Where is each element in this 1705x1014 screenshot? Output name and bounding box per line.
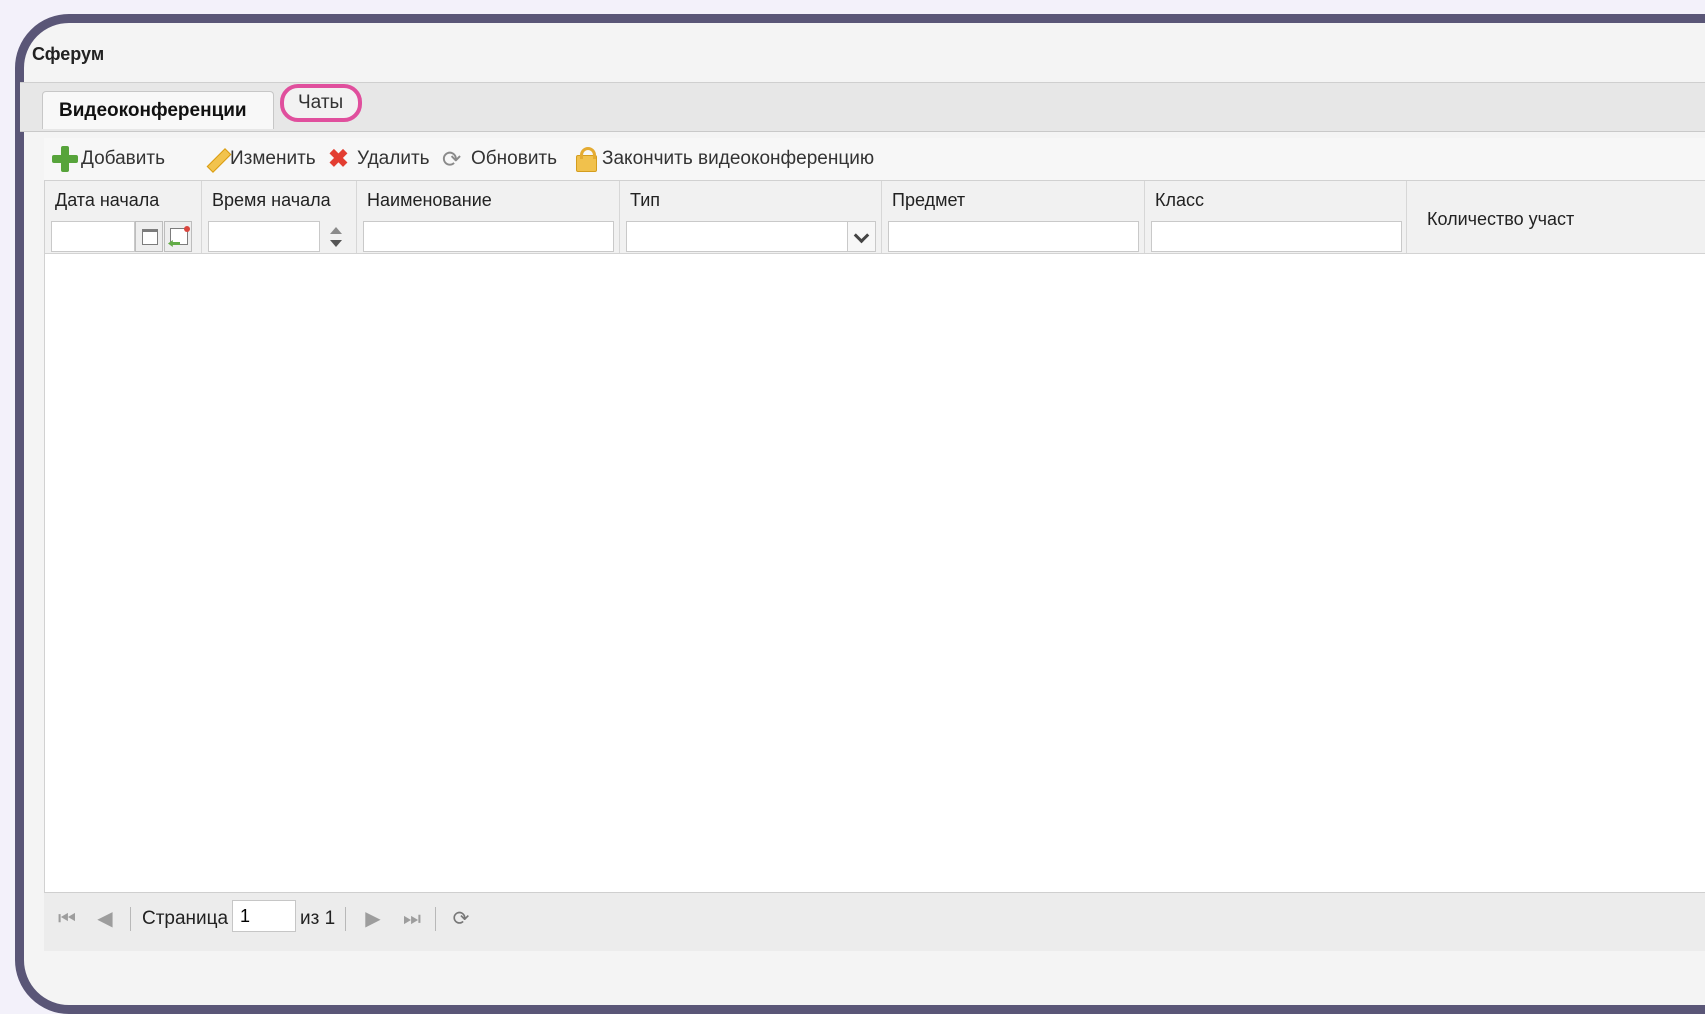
column-label-participants: Количество участ — [1427, 209, 1575, 229]
next-page-icon[interactable]: ▶ — [360, 905, 386, 933]
page-number-input[interactable]: 1 — [232, 900, 296, 932]
column-label-name: Наименование — [367, 190, 492, 210]
column-name[interactable]: Наименование — [357, 181, 620, 253]
plus-icon — [52, 146, 78, 172]
column-label-class: Класс — [1155, 190, 1204, 210]
column-start-time[interactable]: Время начала — [202, 181, 357, 253]
add-label: Добавить — [81, 148, 165, 169]
refresh-label: Обновить — [471, 148, 558, 169]
calendar-button[interactable] — [135, 221, 163, 252]
class-filter[interactable] — [1151, 221, 1402, 252]
conference-grid: Дата начала Время начала Наименование Ти… — [44, 180, 1705, 893]
app-window: Сферум Видеоконференции Чаты Добавить Из… — [20, 14, 1705, 995]
name-filter[interactable] — [363, 221, 614, 252]
column-label-start-date: Дата начала — [55, 190, 160, 210]
lock-icon — [573, 146, 599, 172]
pagination-bar: ⏮ ◀ Страница 1 из 1 ▶ ⏭ ⟳ — [44, 892, 1705, 951]
delete-button[interactable]: ✖ Удалить — [328, 142, 430, 176]
pager-separator — [130, 907, 131, 931]
pager-separator — [435, 907, 436, 931]
reload-icon[interactable]: ⟳ — [448, 905, 474, 933]
subject-filter[interactable] — [888, 221, 1139, 252]
edit-button[interactable]: Изменить — [201, 142, 316, 176]
column-subject[interactable]: Предмет — [882, 181, 1145, 253]
column-class[interactable]: Класс — [1145, 181, 1407, 253]
first-page-icon[interactable]: ⏮ — [54, 905, 80, 933]
finish-label: Закончить видеоконференцию — [602, 148, 875, 169]
clear-date-button[interactable] — [164, 221, 192, 252]
grid-header: Дата начала Время начала Наименование Ти… — [45, 181, 1705, 254]
column-type[interactable]: Тип — [620, 181, 882, 253]
tab-video-conferences[interactable]: Видеоконференции — [42, 91, 274, 129]
clear-date-icon — [170, 226, 190, 245]
start-time-filter[interactable] — [208, 221, 320, 252]
tab-bar: Видеоконференции Чаты — [20, 82, 1705, 132]
spin-down-icon — [330, 240, 342, 247]
type-select-button[interactable] — [848, 221, 876, 252]
delete-label: Удалить — [357, 148, 430, 169]
total-pages-label: из 1 — [300, 908, 336, 929]
finish-conference-button[interactable]: Закончить видеоконференцию — [573, 142, 874, 176]
window-title: Сферум — [32, 44, 105, 64]
pencil-icon — [201, 146, 232, 173]
previous-page-icon[interactable]: ◀ — [92, 905, 118, 933]
type-select[interactable] — [626, 221, 848, 252]
start-date-filter[interactable] — [51, 221, 135, 252]
edit-label: Изменить — [230, 148, 316, 169]
chevron-down-icon — [853, 227, 870, 244]
time-spinner[interactable] — [324, 221, 348, 252]
toolbar: Добавить Изменить ✖ Удалить ⟳ Обновить З… — [44, 138, 1705, 180]
tab-chats[interactable]: Чаты — [280, 84, 362, 122]
calendar-icon — [142, 229, 158, 245]
refresh-button[interactable]: ⟳ Обновить — [442, 142, 557, 176]
column-label-start-time: Время начала — [212, 190, 331, 210]
column-start-date[interactable]: Дата начала — [45, 181, 202, 253]
column-label-subject: Предмет — [892, 190, 966, 210]
pager-separator — [345, 907, 346, 931]
add-button[interactable]: Добавить — [52, 142, 165, 176]
last-page-icon[interactable]: ⏭ — [399, 905, 425, 933]
refresh-icon: ⟳ — [442, 146, 462, 172]
column-label-type: Тип — [630, 190, 661, 210]
page-label: Страница — [142, 908, 229, 929]
delete-icon: ✖ — [328, 145, 349, 173]
spin-up-icon — [330, 227, 342, 234]
